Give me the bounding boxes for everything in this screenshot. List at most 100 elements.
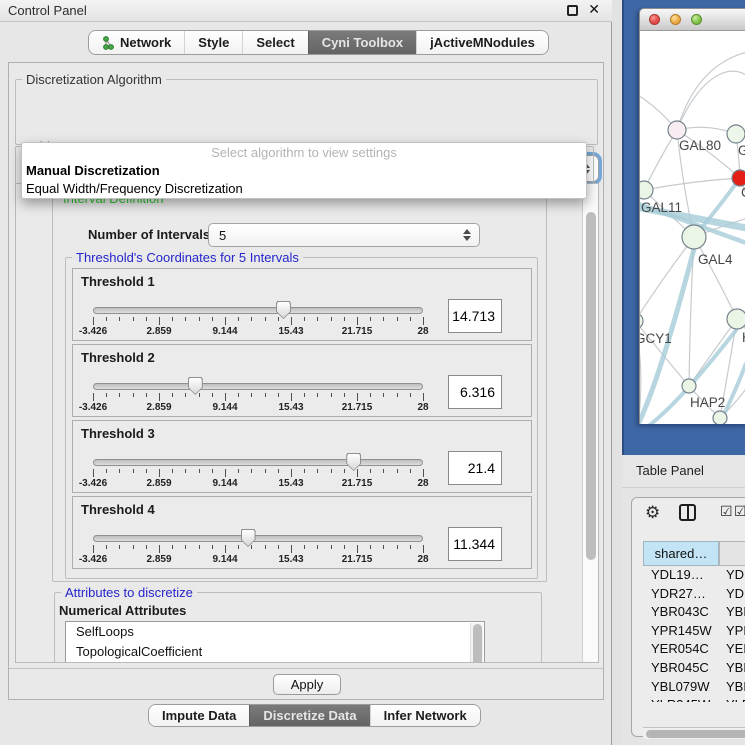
close-traffic-light[interactable] [649, 14, 660, 25]
tick [410, 469, 411, 473]
settings-scrollbar[interactable] [582, 184, 598, 663]
table-cell[interactable]: YDL19… [643, 566, 719, 585]
table-cell[interactable]: YBR0 [719, 659, 745, 678]
attribute-list-item[interactable]: SelfLoops [66, 622, 484, 642]
network-node[interactable] [682, 225, 706, 249]
float-window-icon[interactable] [567, 5, 578, 16]
tick [199, 393, 200, 397]
menu-item-manual-discretization[interactable]: Manual Discretization [26, 163, 160, 181]
network-view-window: GAL80GALCGAL11GAL4GCY1HHAP2 [639, 8, 745, 424]
network-edge[interactable] [644, 178, 740, 190]
table-cell[interactable]: YLR345W [643, 696, 719, 702]
table-cell[interactable]: YER0 [719, 640, 745, 659]
table-cell[interactable]: YLR3 [719, 696, 745, 702]
network-edge[interactable] [677, 71, 745, 130]
tick [291, 545, 292, 553]
menu-item-equal-width-frequency[interactable]: Equal Width/Frequency Discretization [26, 181, 243, 199]
table-cell[interactable]: YDR2 [719, 585, 745, 604]
network-edge[interactable] [694, 237, 737, 319]
checked-checkbox-icon[interactable]: ☑ [734, 504, 745, 520]
minimize-traffic-light[interactable] [670, 14, 681, 25]
checked-checkbox-icon[interactable]: ☑ [720, 504, 733, 520]
tick-label: 9.144 [203, 554, 247, 565]
table-cell[interactable]: YBR043C [643, 603, 719, 622]
threshold-value-field[interactable]: 11.344 [448, 527, 502, 561]
column-header-shared[interactable]: shared… [643, 541, 719, 566]
table-row[interactable]: YDR27…YDR2 [643, 585, 745, 604]
tab-select[interactable]: Select [242, 31, 307, 54]
tick-label: 28 [401, 478, 445, 489]
table-row[interactable]: YBR045CYBR0 [643, 659, 745, 678]
attribute-list-item[interactable]: TopologicalCoefficient [66, 642, 484, 662]
column-header-name[interactable]: na [719, 541, 745, 566]
network-node[interactable] [713, 411, 727, 424]
table-row[interactable]: YER054CYER0 [643, 640, 745, 659]
threshold-value-field[interactable]: 14.713 [448, 299, 502, 333]
network-node[interactable] [682, 379, 696, 393]
table-cell[interactable]: YPR145W [643, 622, 719, 641]
tab-network[interactable]: Network [89, 31, 184, 54]
slider-track[interactable] [93, 307, 423, 314]
table-row[interactable]: YPR145WYPR1 [643, 622, 745, 641]
intervals-value: 5 [219, 228, 226, 243]
close-icon[interactable]: ✕ [588, 2, 600, 18]
network-node[interactable] [727, 309, 745, 329]
settings-scrollbar-thumb[interactable] [586, 212, 596, 560]
network-edge[interactable] [644, 130, 677, 190]
tick [238, 469, 239, 473]
list-scrollbar[interactable] [470, 623, 483, 663]
bottom-tab-bar: Impute Data Discretize Data Infer Networ… [148, 704, 481, 727]
table-cell[interactable]: YBR045C [643, 659, 719, 678]
network-node[interactable] [732, 170, 745, 186]
table-row[interactable]: YDL19…YDL1 [643, 566, 745, 585]
table-row[interactable]: YBL079WYBL0 [643, 678, 745, 697]
network-canvas[interactable]: GAL80GALCGAL11GAL4GCY1HHAP2 [640, 31, 745, 424]
table-panel-inner: ⚙ ☑ ☑ shared… na YDL19…YDL1YDR27…YDR2YBR… [631, 497, 745, 737]
tab-discretize-data[interactable]: Discretize Data [249, 705, 369, 726]
slider-track[interactable] [93, 535, 423, 542]
table-cell[interactable]: YDR27… [643, 585, 719, 604]
threshold-value-field[interactable]: 21.4 [448, 451, 502, 485]
slider-track[interactable] [93, 459, 423, 466]
gear-icon[interactable]: ⚙ [645, 503, 660, 523]
apply-button[interactable]: Apply [273, 674, 341, 695]
tick [331, 393, 332, 397]
table-cell[interactable]: YDL1 [719, 566, 745, 585]
tab-impute-data[interactable]: Impute Data [149, 705, 249, 726]
tick-label: 15.43 [269, 478, 313, 489]
table-hscrollbar[interactable] [643, 727, 745, 739]
tick [357, 545, 358, 553]
tab-infer-network[interactable]: Infer Network [370, 705, 480, 726]
table-row[interactable]: YBR043CYBR0 [643, 603, 745, 622]
tab-jactivemnodules[interactable]: jActiveMNodules [416, 31, 548, 54]
slider-track[interactable] [93, 383, 423, 390]
table-cell[interactable]: YBL079W [643, 678, 719, 697]
network-node[interactable] [668, 121, 686, 139]
attribute-list-item[interactable]: BetweennessCentrality [66, 662, 484, 663]
table-cell[interactable]: YBR0 [719, 603, 745, 622]
tab-style[interactable]: Style [184, 31, 242, 54]
table-cell[interactable]: YBL0 [719, 678, 745, 697]
table-cell[interactable]: YPR1 [719, 622, 745, 641]
zoom-traffic-light[interactable] [691, 14, 702, 25]
network-node[interactable] [640, 313, 643, 329]
table-row[interactable]: YLR345WYLR3 [643, 696, 745, 702]
network-node[interactable] [640, 181, 653, 199]
network-edge[interactable] [677, 51, 745, 130]
numerical-attributes-list[interactable]: SelfLoopsTopologicalCoefficientBetweenne… [65, 621, 485, 663]
network-window-titlebar [640, 9, 745, 31]
tick [133, 469, 134, 473]
number-of-intervals-combobox[interactable]: 5 [208, 223, 480, 247]
tick-label: 2.859 [137, 402, 181, 413]
tick [344, 545, 345, 549]
table-panel-titlebar: Table Panel [622, 455, 745, 488]
tick-label: 2.859 [137, 478, 181, 489]
table-cell[interactable]: YER054C [643, 640, 719, 659]
table-hscrollbar-thumb[interactable] [646, 730, 745, 738]
list-scrollbar-thumb[interactable] [473, 624, 482, 663]
tab-cyni-toolbox[interactable]: Cyni Toolbox [308, 31, 416, 54]
network-node[interactable] [727, 125, 745, 143]
numerical-attributes-label: Numerical Attributes [59, 603, 186, 618]
split-columns-icon[interactable] [679, 504, 696, 521]
threshold-value-field[interactable]: 6.316 [448, 375, 502, 409]
